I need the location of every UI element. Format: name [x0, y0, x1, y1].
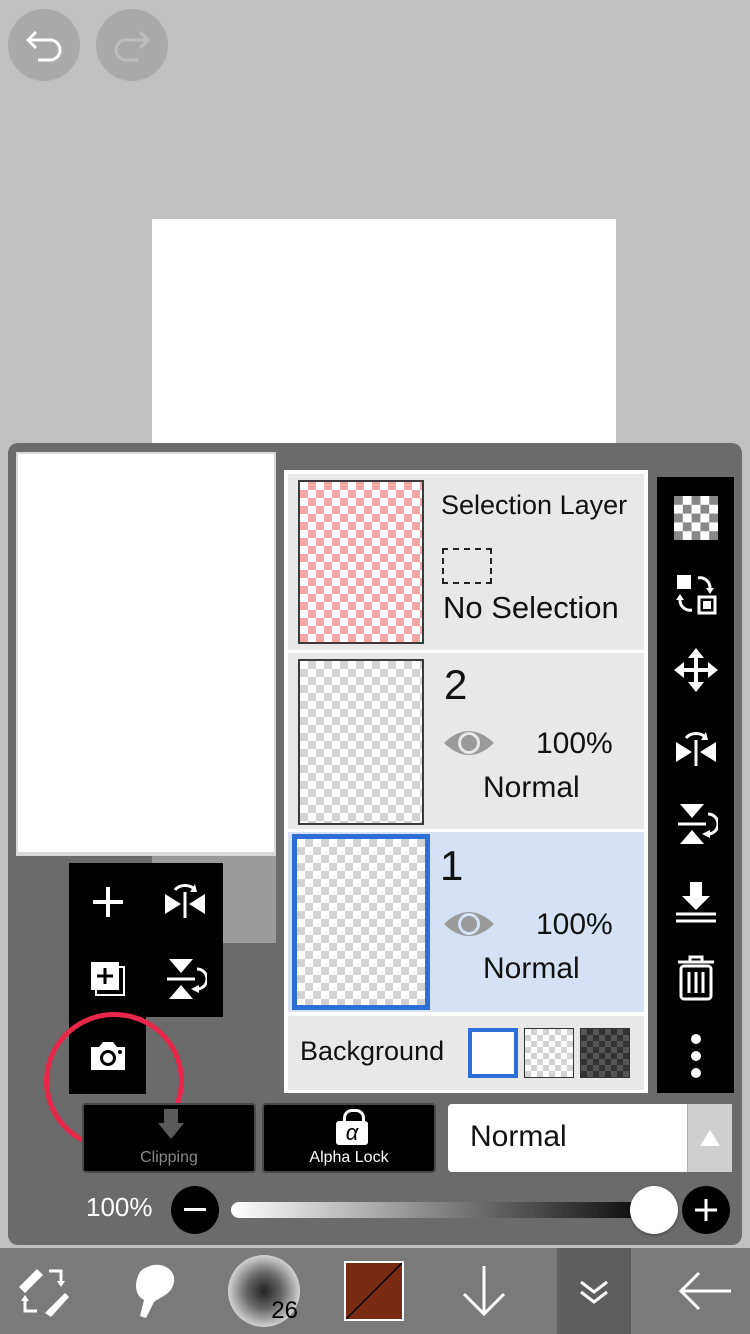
layer-opacity: 100% — [536, 727, 613, 760]
tool-switch-button[interactable] — [10, 1248, 76, 1334]
clipping-arrow-icon — [158, 1109, 184, 1139]
layer-row[interactable]: 2 100% Normal — [288, 653, 644, 829]
selection-layer-thumbnail — [298, 480, 424, 644]
visibility-eye-icon[interactable] — [442, 906, 496, 947]
redo-icon — [114, 30, 151, 62]
background-row: Background — [288, 1016, 644, 1090]
trash-icon — [677, 955, 714, 1001]
move-arrows-icon — [673, 648, 718, 692]
layer-tools-sidebar — [657, 477, 734, 1093]
vertical-dots-icon — [690, 1034, 701, 1078]
undo-icon — [25, 30, 62, 62]
layer-list: Selection Layer No Selection 2 100% Norm… — [284, 470, 648, 1093]
swap-transform-icon — [675, 575, 716, 615]
triangle-up-icon — [700, 1130, 720, 1146]
background-dark-swatch[interactable] — [580, 1028, 630, 1078]
alpha-lock-button[interactable]: α Alpha Lock — [262, 1103, 436, 1173]
background-label: Background — [300, 1036, 445, 1066]
checkerboard-icon — [673, 496, 718, 540]
checker-pattern-button[interactable] — [657, 483, 734, 553]
alpha-symbol: α — [336, 1121, 368, 1145]
brush-size-button[interactable]: 26 — [227, 1248, 301, 1334]
opacity-slider-track[interactable] — [231, 1202, 661, 1218]
opacity-slider-knob[interactable] — [630, 1186, 678, 1234]
color-picker-button[interactable] — [344, 1248, 404, 1334]
alpha-lock-icon: α — [336, 1109, 368, 1145]
background-white-swatch[interactable] — [468, 1028, 518, 1078]
transform-button[interactable] — [657, 559, 734, 629]
plus-icon — [92, 886, 123, 917]
back-button[interactable] — [672, 1248, 738, 1334]
brush-size-value: 26 — [271, 1297, 298, 1324]
opacity-decrease-button[interactable] — [171, 1186, 219, 1234]
plus-icon — [695, 1199, 717, 1221]
move-button[interactable] — [657, 635, 734, 705]
opacity-increase-button[interactable] — [682, 1186, 730, 1234]
visibility-eye-icon[interactable] — [442, 725, 496, 766]
drawing-canvas[interactable] — [152, 219, 616, 479]
flip-horizontal-icon — [675, 732, 716, 766]
layer-thumbnail — [298, 659, 424, 825]
alpha-lock-label: Alpha Lock — [309, 1149, 389, 1166]
flip-vertical-icon — [677, 804, 718, 844]
more-options-button[interactable] — [657, 1021, 734, 1091]
finger-smudge-icon — [136, 1264, 175, 1318]
flip-vertical-button[interactable] — [146, 940, 223, 1017]
redo-button[interactable] — [96, 9, 168, 81]
brush-eraser-swap-icon — [19, 1269, 69, 1317]
canvas-preview[interactable] — [18, 454, 274, 852]
flip-vertical-layer-button[interactable] — [657, 789, 734, 859]
background-transparent-swatch[interactable] — [524, 1028, 574, 1078]
merge-down-button[interactable] — [657, 867, 734, 937]
smudge-tool-button[interactable] — [124, 1248, 184, 1334]
layer-down-button[interactable] — [456, 1248, 512, 1334]
add-layer-button[interactable] — [69, 863, 146, 940]
undo-button[interactable] — [8, 9, 80, 81]
duplicate-layer-icon — [90, 961, 125, 996]
minus-icon — [184, 1208, 206, 1211]
arrow-down-icon — [462, 1266, 506, 1317]
layers-toggle-button[interactable] — [557, 1248, 631, 1334]
arrow-left-icon — [678, 1271, 731, 1311]
layer-mini-toolbar — [69, 863, 223, 1017]
delete-layer-button[interactable] — [657, 943, 734, 1013]
layer-row[interactable]: 1 100% Normal — [288, 832, 644, 1012]
selection-layer-title: Selection Layer — [441, 490, 628, 520]
layer-thumbnail — [292, 834, 430, 1010]
layer-name: 1 — [440, 842, 464, 889]
current-color-swatch — [344, 1261, 404, 1321]
brush-preview-icon: 26 — [228, 1255, 300, 1327]
merge-down-icon — [675, 882, 716, 923]
layer-blend-mode: Normal — [483, 771, 580, 804]
clipping-label: Clipping — [140, 1149, 198, 1166]
flip-horizontal-icon — [164, 883, 205, 918]
blend-mode-dropdown-arrow[interactable] — [687, 1104, 732, 1172]
layer-opacity: 100% — [536, 908, 613, 941]
double-chevron-down-icon — [580, 1280, 608, 1304]
opacity-value-label: 100% — [86, 1192, 153, 1222]
flip-horizontal-button[interactable] — [146, 863, 223, 940]
selection-layer-row[interactable]: Selection Layer No Selection — [288, 474, 644, 650]
layer-blend-mode: Normal — [483, 952, 580, 985]
selection-status: No Selection — [443, 590, 619, 625]
flip-vertical-icon — [166, 958, 207, 999]
blend-mode-value: Normal — [470, 1120, 567, 1153]
flip-horizontal-layer-button[interactable] — [657, 713, 734, 783]
clipping-button[interactable]: Clipping — [82, 1103, 256, 1173]
layer-name: 2 — [444, 661, 468, 708]
selection-marquee-icon — [442, 548, 492, 584]
blend-mode-select[interactable]: Normal — [448, 1104, 732, 1172]
duplicate-layer-button[interactable] — [69, 940, 146, 1017]
